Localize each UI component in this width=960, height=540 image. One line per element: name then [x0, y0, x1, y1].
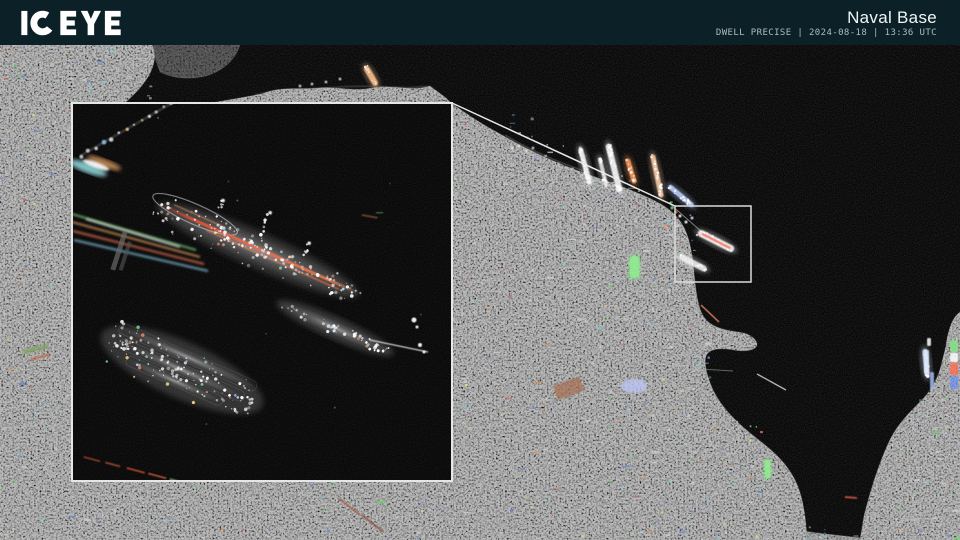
zoom-inset-content — [67, 95, 452, 485]
app-window: Naval Base DWELL PRECISE | 2024-08-18 | … — [0, 0, 960, 540]
iceye-logo — [21, 10, 121, 36]
header-bar: Naval Base DWELL PRECISE | 2024-08-18 | … — [0, 0, 960, 45]
header-titles: Naval Base DWELL PRECISE | 2024-08-18 | … — [716, 6, 937, 39]
sar-image — [0, 0, 960, 540]
capture-metadata: DWELL PRECISE | 2024-08-18 | 13:36 UTC — [716, 28, 937, 39]
iceye-logo-glyphs — [21, 10, 121, 36]
image-title: Naval Base — [847, 8, 937, 27]
zoom-inset — [67, 95, 452, 485]
